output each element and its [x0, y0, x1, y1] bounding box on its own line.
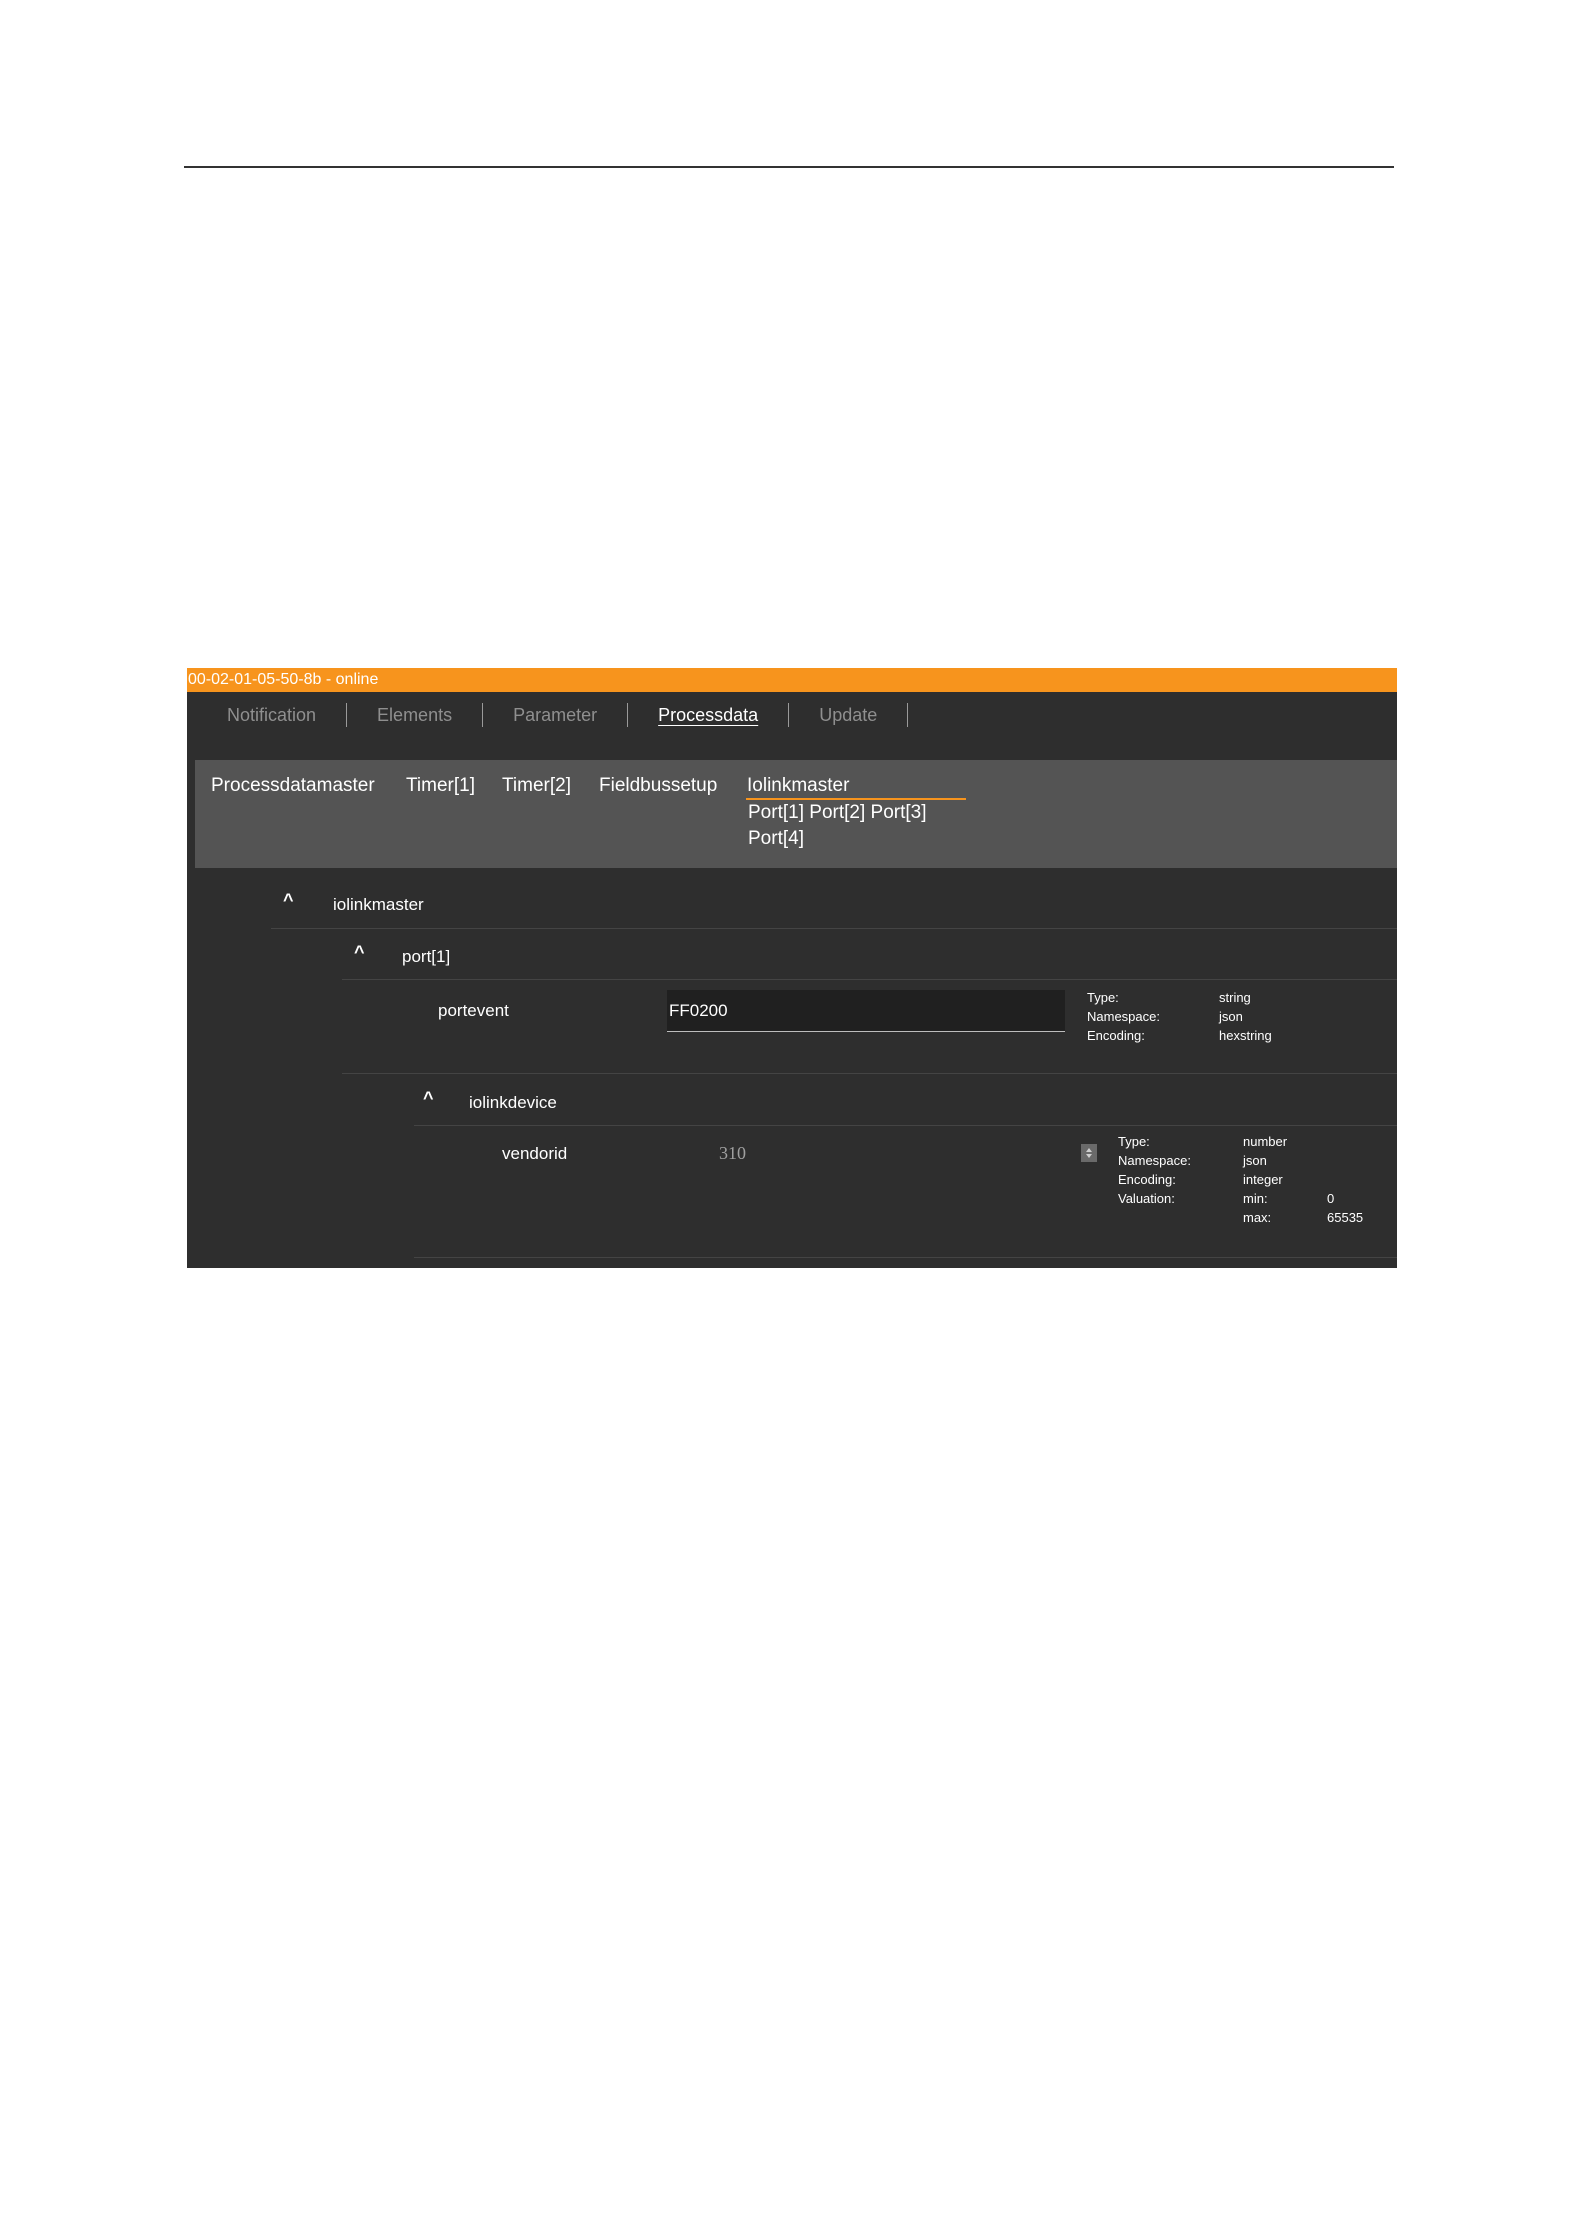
meta-key: Type: — [1118, 1134, 1150, 1149]
meta-key: min: — [1243, 1191, 1268, 1206]
tab-elements[interactable]: Elements — [347, 703, 484, 727]
subnav-iolinkmaster[interactable]: Iolinkmaster — [746, 774, 966, 800]
meta-key: Valuation: — [1118, 1191, 1175, 1206]
meta-key: Namespace: — [1118, 1153, 1191, 1168]
processdata-subnav: Processdatamaster Timer[1] Timer[2] Fiel… — [195, 760, 1397, 868]
meta-value: integer — [1243, 1172, 1283, 1187]
field-label-vendorid: vendorid — [502, 1144, 568, 1163]
tab-notification[interactable]: Notification — [227, 703, 348, 727]
field-label-portevent: portevent — [438, 1001, 509, 1020]
collapse-iolinkmaster-icon[interactable]: ^ — [283, 890, 294, 911]
tree-label-port-1: port[1] — [402, 947, 451, 966]
collapse-port-1-icon[interactable]: ^ — [354, 942, 365, 963]
portevent-input[interactable] — [667, 990, 1065, 1032]
subnav-port-3[interactable]: Port[3] — [871, 802, 927, 823]
tab-update[interactable]: Update — [789, 703, 909, 727]
tab-parameter[interactable]: Parameter — [483, 703, 629, 727]
meta-value: hexstring — [1219, 1028, 1272, 1043]
meta-value: json — [1219, 1009, 1243, 1024]
collapse-iolinkdevice-icon[interactable]: ^ — [423, 1088, 434, 1109]
tree-label-iolinkmaster: iolinkmaster — [333, 895, 424, 914]
meta-value: json — [1243, 1153, 1267, 1168]
divider — [342, 979, 1397, 980]
meta-value: string — [1219, 990, 1251, 1005]
portevent-metadata: Type: string Namespace: json Encoding: hexs… — [1087, 988, 1303, 1045]
meta-value: number — [1243, 1134, 1288, 1149]
device-status-bar: 00-02-01-05-50-8b - online — [187, 668, 1397, 692]
tree-label-iolinkdevice: iolinkdevice — [469, 1093, 557, 1112]
divider — [414, 1125, 1397, 1126]
subnav-port-1[interactable]: Port[1] — [748, 802, 804, 823]
subnav-timer-1[interactable]: Timer[1] — [406, 774, 475, 798]
meta-value: 65535 — [1327, 1210, 1364, 1225]
subnav-fieldbussetup[interactable]: Fieldbussetup — [599, 774, 717, 798]
divider — [271, 928, 1397, 929]
subnav-processdatamaster[interactable]: Processdatamaster — [211, 774, 375, 798]
subnav-timer-2[interactable]: Timer[2] — [502, 774, 571, 798]
tab-processdata[interactable]: Processdata — [628, 703, 790, 727]
subnav-iolinkmaster-group: Iolinkmaster Port[1] Port[2] Port[3] Por… — [746, 774, 966, 852]
app-window: 00-02-01-05-50-8b - online Notification … — [187, 668, 1397, 1268]
divider — [414, 1257, 1397, 1258]
vendorid-stepper-icon[interactable] — [1081, 1144, 1097, 1162]
meta-key: max: — [1243, 1210, 1272, 1225]
main-tabs: Notification Elements Parameter Processd… — [187, 692, 1397, 767]
meta-key: Encoding: — [1087, 1028, 1145, 1043]
vendorid-value: 310 — [719, 1143, 746, 1163]
page-header-rule — [184, 166, 1394, 168]
subnav-port-4[interactable]: Port[4] — [748, 828, 804, 849]
vendorid-metadata: Type: number Namespace: json Encoding: inte… — [1118, 1132, 1363, 1227]
meta-key: Encoding: — [1118, 1172, 1176, 1187]
meta-value: 0 — [1327, 1191, 1335, 1206]
subnav-port-2[interactable]: Port[2] — [809, 802, 865, 823]
divider — [342, 1073, 1397, 1074]
meta-key: Type: — [1087, 990, 1119, 1005]
meta-key: Namespace: — [1087, 1009, 1160, 1024]
subnav-port-list: Port[1] Port[2] Port[3] Port[4] — [746, 800, 938, 852]
